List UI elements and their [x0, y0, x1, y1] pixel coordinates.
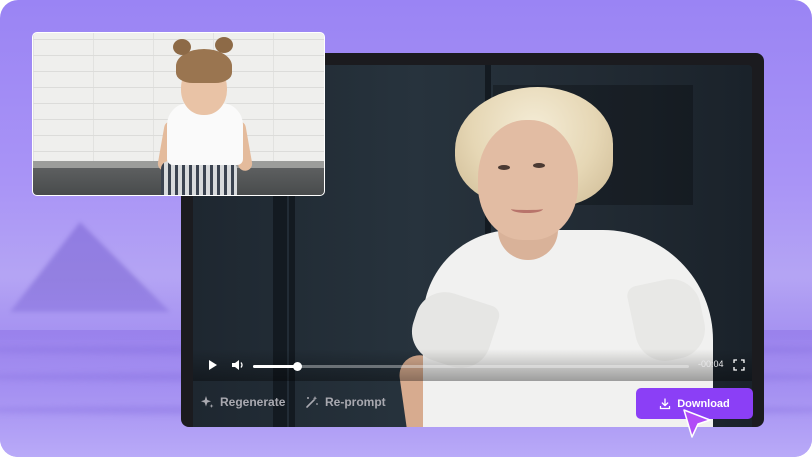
fullscreen-icon[interactable]	[733, 359, 745, 371]
seek-thumb[interactable]	[292, 362, 302, 371]
magic-wand-icon	[306, 396, 318, 408]
child-skirt	[161, 161, 237, 195]
download-icon	[660, 397, 671, 409]
child-hair-bun	[173, 39, 191, 55]
time-remaining: -00:04	[698, 359, 724, 369]
regenerate-button[interactable]: Regenerate	[200, 392, 285, 412]
play-icon[interactable]	[209, 360, 217, 370]
background-canvas: -00:04 Regenerate Re-prompt Download	[0, 0, 812, 457]
woman-eye	[533, 163, 545, 168]
woman-face	[478, 120, 578, 240]
seek-progress	[253, 365, 297, 368]
woman-eye	[498, 165, 510, 170]
reference-photo	[32, 32, 325, 196]
sparkle-icon	[201, 396, 214, 408]
reprompt-button[interactable]: Re-prompt	[305, 392, 386, 412]
regenerate-label: Regenerate	[220, 395, 286, 409]
reprompt-label: Re-prompt	[325, 395, 386, 409]
volume-icon[interactable]	[231, 359, 245, 371]
cursor-arrow-icon	[683, 409, 711, 438]
seek-bar[interactable]	[253, 362, 689, 371]
woman-mouth	[511, 205, 543, 213]
child-hair-bun	[215, 37, 233, 53]
